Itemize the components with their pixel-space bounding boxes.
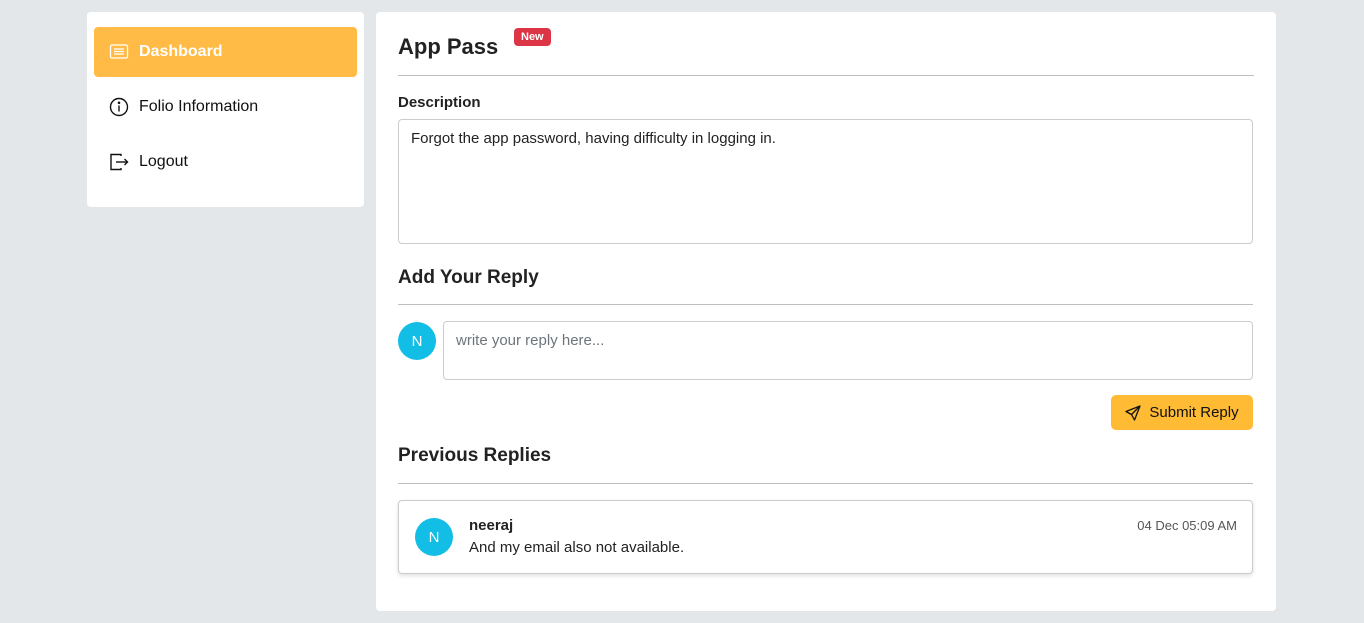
- page-title: App Pass: [398, 34, 499, 59]
- sidebar-item-label: Dashboard: [139, 43, 223, 60]
- divider: [398, 483, 1253, 484]
- description-label: Description: [398, 94, 481, 111]
- send-icon: [1125, 404, 1142, 421]
- previous-replies-heading: Previous Replies: [398, 445, 552, 466]
- sidebar: Dashboard Folio Information Logout: [87, 12, 364, 207]
- reply-text: And my email also not available.: [469, 539, 685, 556]
- avatar: N: [398, 322, 436, 360]
- status-badge: New: [514, 28, 551, 46]
- reply-author: neeraj: [469, 517, 514, 534]
- sidebar-item-dashboard[interactable]: Dashboard: [94, 27, 357, 77]
- submit-reply-button[interactable]: Submit Reply: [1111, 395, 1253, 430]
- sidebar-item-label: Logout: [139, 153, 188, 170]
- add-reply-heading: Add Your Reply: [398, 267, 539, 288]
- reply-timestamp: 04 Dec 05:09 AM: [1137, 518, 1237, 533]
- logout-icon: [109, 152, 129, 172]
- title-row: App Pass New: [398, 12, 1254, 76]
- sidebar-item-folio-information[interactable]: Folio Information: [94, 82, 357, 132]
- reply-input[interactable]: [443, 321, 1253, 380]
- sidebar-item-logout[interactable]: Logout: [94, 137, 357, 187]
- reply-card: N neeraj And my email also not available…: [398, 500, 1253, 574]
- description-field[interactable]: Forgot the app password, having difficul…: [398, 119, 1253, 244]
- ticket-panel: App Pass New Description Forgot the app …: [376, 12, 1276, 611]
- divider: [398, 304, 1253, 305]
- sidebar-item-label: Folio Information: [139, 98, 259, 115]
- list-icon: [109, 42, 129, 62]
- info-icon: [109, 97, 129, 117]
- avatar: N: [415, 518, 453, 556]
- submit-reply-label: Submit Reply: [1149, 404, 1239, 421]
